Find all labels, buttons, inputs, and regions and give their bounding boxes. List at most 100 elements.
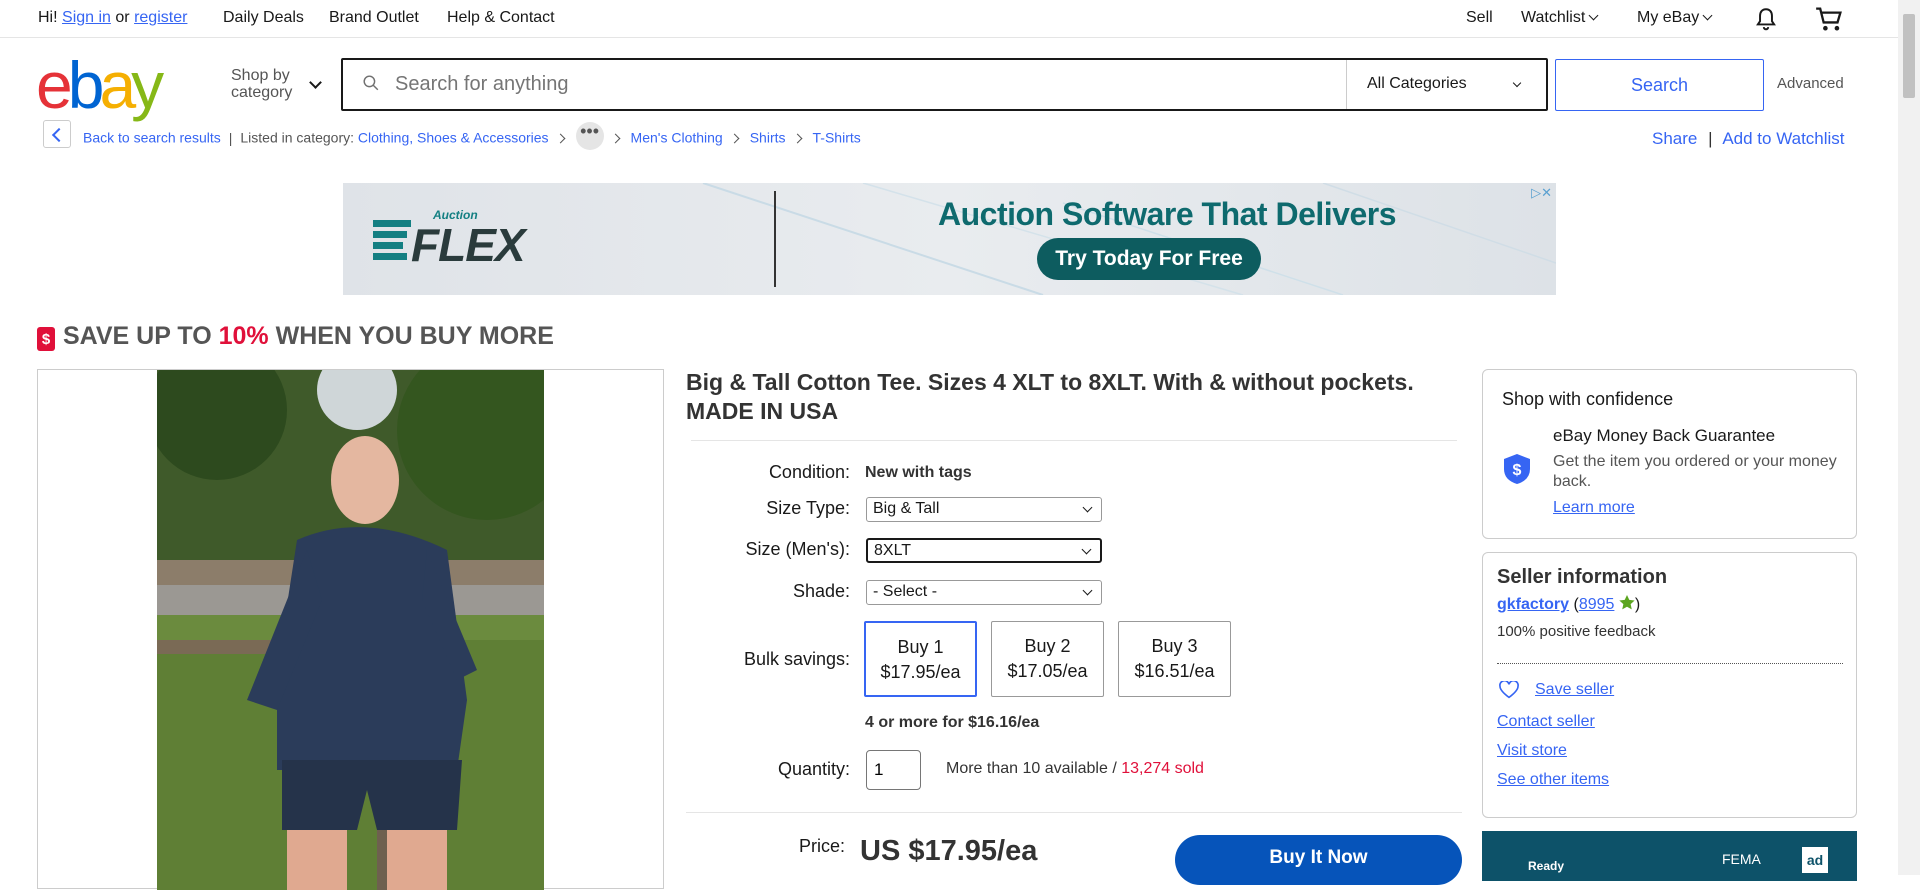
search-bar: All Categories [341, 58, 1548, 111]
bulk-qty: Buy 3 [1151, 636, 1198, 656]
divider [691, 440, 1457, 441]
bulk-savings-banner: $ SAVE UP TO 10% WHEN YOU BUY MORE [37, 322, 554, 351]
ready-logo: Ready [1528, 859, 1565, 873]
shade-label: Shade: [792, 581, 850, 601]
register-link[interactable]: register [134, 9, 187, 26]
breadcrumb-item-tshirts[interactable]: T-Shirts [813, 130, 861, 146]
search-icon [363, 75, 379, 91]
my-ebay-label: My eBay [1637, 9, 1700, 26]
more-categories-button[interactable]: ••• [575, 122, 604, 150]
seller-name-link[interactable]: gkfactory [1497, 596, 1569, 613]
chevron-right-icon [792, 133, 802, 144]
search-input[interactable] [395, 60, 1355, 109]
shop-by-line2: category [231, 84, 293, 101]
size-type-select[interactable]: Big & Tall [866, 497, 1102, 522]
ad-close-icon[interactable]: ▷✕ [1531, 185, 1552, 201]
breadcrumb-item-mens-clothing[interactable]: Men's Clothing [631, 130, 723, 146]
heart-icon[interactable] [1499, 681, 1519, 699]
seller-title: Seller information [1497, 566, 1668, 588]
quantity-input[interactable] [866, 750, 921, 790]
ad-cta-button[interactable]: Try Today For Free [1037, 238, 1261, 280]
greeting-text: Hi! [38, 9, 58, 26]
advanced-search-link[interactable]: Advanced [1777, 75, 1844, 92]
product-image-panel[interactable] [37, 369, 664, 890]
ad-brand: FLEX [411, 219, 526, 271]
divider [1497, 663, 1843, 664]
product-photo[interactable] [157, 370, 544, 890]
save-banner-post: WHEN YOU BUY MORE [268, 322, 554, 350]
scrollbar-thumb[interactable] [1903, 14, 1915, 98]
shield-dollar-icon: $ [1504, 454, 1530, 484]
listing-title: Big & Tall Cotton Tee. Sizes 4 XLT to 8X… [686, 369, 1414, 424]
fema-logo: FEMA [1722, 851, 1761, 867]
add-to-watchlist-link[interactable]: Add to Watchlist [1722, 129, 1844, 148]
my-ebay-menu[interactable]: My eBay [1637, 9, 1713, 27]
bulk-qty: Buy 1 [897, 637, 944, 657]
score-close: ) [1634, 596, 1641, 613]
visit-store-link[interactable]: Visit store [1497, 742, 1567, 760]
advertisement-banner[interactable]: Auction FLEX Auction Software That Deliv… [343, 183, 1556, 295]
bulk-option-1[interactable]: Buy 1 $17.95/ea [864, 621, 977, 697]
auctionflex-logo-mark [373, 220, 411, 260]
chevron-right-icon [555, 133, 565, 144]
ad-divider [774, 191, 776, 287]
share-divider: | [1708, 129, 1713, 148]
score-open: ( [1569, 596, 1579, 613]
sell-link[interactable]: Sell [1466, 9, 1493, 27]
greeting: Hi! Sign in or register [38, 9, 187, 27]
shop-by-category-button[interactable]: Shop by category [231, 67, 292, 101]
availability-text: More than 10 available / [946, 760, 1122, 777]
learn-more-link[interactable]: Learn more [1553, 499, 1635, 517]
breadcrumb-item-clothing[interactable]: Clothing, Shoes & Accessories [358, 130, 549, 146]
condition-value: New with tags [865, 464, 972, 481]
breadcrumb-item-shirts[interactable]: Shirts [750, 130, 786, 146]
brand-outlet-link[interactable]: Brand Outlet [329, 9, 419, 27]
bulk-price: $17.05/ea [1007, 661, 1088, 681]
watchlist-menu[interactable]: Watchlist [1521, 9, 1599, 27]
category-select[interactable]: All Categories [1346, 60, 1546, 109]
breadcrumb: Back to search results | Listed in categor… [83, 122, 861, 150]
guarantee-title: eBay Money Back Guarantee [1553, 426, 1776, 445]
category-value: All Categories [1367, 75, 1467, 92]
share-link[interactable]: Share [1652, 129, 1697, 148]
save-seller-link[interactable]: Save seller [1535, 681, 1614, 699]
bulk-option-2[interactable]: Buy 2 $17.05/ea [991, 621, 1104, 697]
scrollbar-track[interactable] [1898, 0, 1920, 875]
bulk-option-3[interactable]: Buy 3 $16.51/ea [1118, 621, 1231, 697]
daily-deals-link[interactable]: Daily Deals [223, 9, 304, 27]
logo-letter-b: b [67, 48, 105, 122]
back-to-results-link[interactable]: Back to search results [83, 130, 221, 146]
shade-select[interactable]: - Select - [866, 580, 1102, 605]
size-select[interactable]: 8XLT [866, 538, 1102, 563]
logo-letter-y: y [131, 48, 164, 122]
top-nav: Hi! Sign in or register Daily Deals Bran… [0, 0, 1898, 38]
confidence-title: Shop with confidence [1502, 389, 1674, 409]
help-contact-link[interactable]: Help & Contact [447, 9, 555, 27]
notification-bell-icon[interactable] [1753, 6, 1779, 32]
price-tag-icon: $ [37, 327, 55, 351]
ad-headline: Auction Software That Delivers [938, 196, 1396, 232]
guarantee-text: Get the item you ordered or your money b… [1553, 453, 1837, 490]
buy-it-now-button[interactable]: Buy It Now [1175, 835, 1462, 885]
feedback-score-link[interactable]: 8995 [1579, 596, 1615, 613]
search-button[interactable]: Search [1555, 59, 1764, 111]
sign-in-link[interactable]: Sign in [62, 9, 111, 26]
seller-identity: gkfactory (8995 ) [1497, 595, 1640, 614]
ebay-logo[interactable]: ebay [36, 48, 164, 122]
back-arrow-icon[interactable] [43, 120, 71, 148]
contact-seller-link[interactable]: Contact seller [1497, 713, 1595, 731]
shop-with-confidence-card: Shop with confidence $ eBay Money Back G… [1482, 369, 1857, 539]
size-label: Size (Men's): [745, 539, 850, 559]
cart-icon[interactable] [1815, 5, 1845, 33]
chevron-down-icon [1512, 78, 1522, 88]
bulk-qty: Buy 2 [1024, 636, 1071, 656]
see-other-items-link[interactable]: See other items [1497, 771, 1609, 789]
chevron-right-icon [610, 133, 620, 144]
side-advertisement[interactable]: Ready FEMA ad [1482, 831, 1857, 881]
chevron-down-icon [1081, 544, 1092, 555]
chevron-down-icon [1082, 585, 1093, 596]
sold-count: 13,274 sold [1121, 760, 1204, 777]
availability: More than 10 available / 13,274 sold [946, 760, 1204, 778]
shade-value: - Select - [873, 583, 938, 600]
positive-feedback: 100% positive feedback [1497, 623, 1656, 640]
